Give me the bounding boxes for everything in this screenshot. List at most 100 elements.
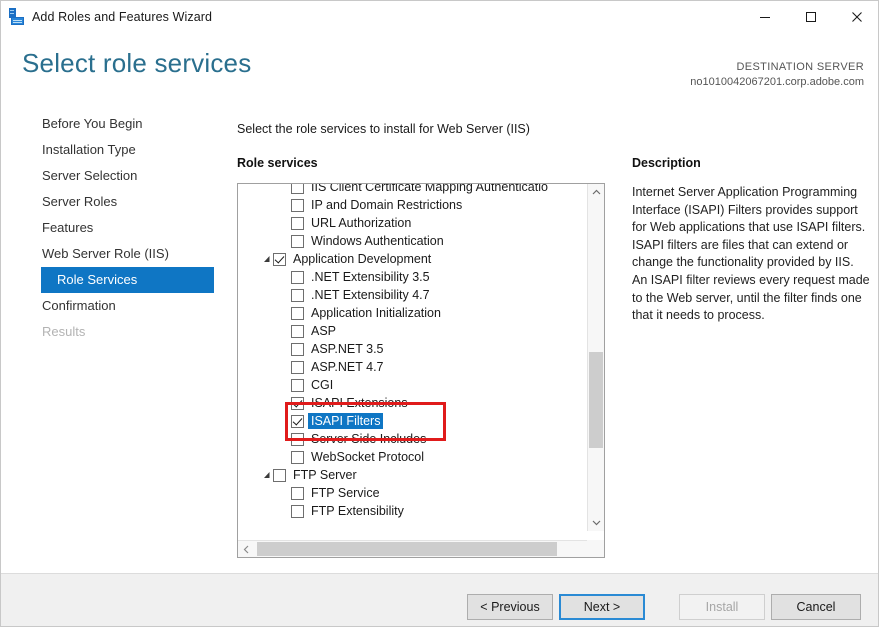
vertical-scrollbar-thumb[interactable] [589, 352, 603, 448]
checkbox[interactable] [291, 184, 304, 194]
tree-row-label: Server Side Includes [311, 432, 426, 446]
checkbox[interactable] [291, 271, 304, 284]
tree-row[interactable]: FTP Server [238, 466, 587, 484]
tree-row[interactable]: WebSocket Protocol [238, 448, 587, 466]
checkbox[interactable] [291, 325, 304, 338]
tree-row-label: ISAPI Filters [308, 413, 383, 429]
tree-row-label: ISAPI Extensions [311, 396, 408, 410]
sidebar-item-confirmation[interactable]: Confirmation [1, 293, 214, 319]
window-controls [742, 1, 879, 32]
expand-collapse-triangle-icon[interactable] [260, 471, 273, 479]
tree-row-label: .NET Extensibility 3.5 [311, 270, 430, 284]
sidebar-item-server-selection[interactable]: Server Selection [1, 163, 214, 189]
sidebar-item-web-server-role-iis[interactable]: Web Server Role (IIS) [1, 241, 214, 267]
tree-row-label: Application Initialization [311, 306, 441, 320]
title-bar: Add Roles and Features Wizard [1, 1, 879, 32]
checkbox[interactable] [273, 253, 286, 266]
tree-row[interactable]: Application Initialization [238, 304, 587, 322]
tree-row[interactable]: ASP [238, 322, 587, 340]
checkbox[interactable] [291, 199, 304, 212]
tree-row[interactable]: Server Side Includes [238, 430, 587, 448]
checkbox[interactable] [291, 307, 304, 320]
tree-row[interactable]: FTP Service [238, 484, 587, 502]
description-title: Description [632, 156, 701, 170]
horizontal-scrollbar-thumb[interactable] [257, 542, 557, 556]
role-services-viewport: IIS Client Certificate Mapping Authentic… [238, 184, 587, 531]
sidebar-item-results: Results [1, 319, 214, 345]
destination-server-name: no1010042067201.corp.adobe.com [690, 75, 864, 90]
checkbox[interactable] [291, 505, 304, 518]
tree-row[interactable]: Windows Authentication [238, 232, 587, 250]
checkbox[interactable] [291, 343, 304, 356]
tree-row[interactable]: Application Development [238, 250, 587, 268]
checkbox[interactable] [291, 217, 304, 230]
destination-server-label: DESTINATION SERVER [690, 60, 864, 75]
footer-bar: < Previous Next > Install Cancel [1, 574, 879, 627]
tree-row[interactable]: IP and Domain Restrictions [238, 196, 587, 214]
scroll-up-icon[interactable] [588, 184, 604, 201]
tree-row-label: CGI [311, 378, 333, 392]
tree-row-label: FTP Extensibility [311, 504, 404, 518]
maximize-icon[interactable] [788, 1, 834, 32]
sidebar-item-before-you-begin[interactable]: Before You Begin [1, 111, 214, 137]
role-services-listbox[interactable]: IIS Client Certificate Mapping Authentic… [237, 183, 605, 558]
scroll-down-icon[interactable] [588, 514, 604, 531]
sidebar-item-features[interactable]: Features [1, 215, 214, 241]
checkbox[interactable] [291, 289, 304, 302]
tree-row-label: FTP Server [293, 468, 357, 482]
tree-row-label: ASP [311, 324, 336, 338]
checkbox[interactable] [291, 415, 304, 428]
checkbox[interactable] [291, 397, 304, 410]
tree-row-label: ASP.NET 4.7 [311, 360, 384, 374]
cancel-button[interactable]: Cancel [771, 594, 861, 620]
tree-row[interactable]: IIS Client Certificate Mapping Authentic… [238, 184, 587, 196]
sidebar-item-installation-type[interactable]: Installation Type [1, 137, 214, 163]
expand-collapse-triangle-icon[interactable] [260, 255, 273, 263]
scrollbar-corner [587, 540, 604, 557]
tree-row[interactable]: ASP.NET 3.5 [238, 340, 587, 358]
sidebar-item-server-roles[interactable]: Server Roles [1, 189, 214, 215]
checkbox[interactable] [291, 487, 304, 500]
tree-row[interactable]: .NET Extensibility 3.5 [238, 268, 587, 286]
minimize-icon[interactable] [742, 1, 788, 32]
next-button[interactable]: Next > [559, 594, 645, 620]
tree-row-label: ASP.NET 3.5 [311, 342, 384, 356]
checkbox[interactable] [291, 361, 304, 374]
tree-row[interactable]: FTP Extensibility [238, 502, 587, 520]
server-icon [8, 8, 25, 25]
sidebar-item-role-services[interactable]: Role Services [41, 267, 214, 293]
destination-server-block: DESTINATION SERVER no1010042067201.corp.… [690, 60, 864, 89]
wizard-steps-sidebar: Before You BeginInstallation TypeServer … [1, 111, 214, 345]
checkbox[interactable] [291, 433, 304, 446]
checkbox[interactable] [273, 469, 286, 482]
tree-row-label: IP and Domain Restrictions [311, 198, 462, 212]
tree-row[interactable]: URL Authorization [238, 214, 587, 232]
horizontal-scrollbar[interactable] [238, 540, 604, 557]
add-roles-wizard-window: Add Roles and Features Wizard Select rol… [0, 0, 879, 627]
install-button: Install [679, 594, 765, 620]
tree-row[interactable]: ASP.NET 4.7 [238, 358, 587, 376]
window-title: Add Roles and Features Wizard [32, 10, 212, 24]
tree-row[interactable]: .NET Extensibility 4.7 [238, 286, 587, 304]
tree-row-label: Windows Authentication [311, 234, 444, 248]
tree-row-label: Application Development [293, 252, 431, 266]
checkbox[interactable] [291, 379, 304, 392]
instruction-text: Select the role services to install for … [237, 122, 530, 136]
tree-row[interactable]: ISAPI Extensions [238, 394, 587, 412]
tree-row-label: FTP Service [311, 486, 380, 500]
tree-row-label: URL Authorization [311, 216, 411, 230]
tree-row-label: IIS Client Certificate Mapping Authentic… [311, 184, 548, 194]
previous-button[interactable]: < Previous [467, 594, 553, 620]
page-title: Select role services [22, 48, 251, 79]
tree-row[interactable]: ISAPI Filters [238, 412, 587, 430]
scroll-left-icon[interactable] [238, 541, 255, 557]
checkbox[interactable] [291, 451, 304, 464]
tree-row[interactable]: CGI [238, 376, 587, 394]
tree-row-label: .NET Extensibility 4.7 [311, 288, 430, 302]
checkbox[interactable] [291, 235, 304, 248]
vertical-scrollbar[interactable] [587, 184, 604, 531]
tree-row-label: WebSocket Protocol [311, 450, 424, 464]
close-icon[interactable] [834, 1, 879, 32]
role-services-label: Role services [237, 156, 318, 170]
description-body: Internet Server Application Programming … [632, 184, 870, 325]
